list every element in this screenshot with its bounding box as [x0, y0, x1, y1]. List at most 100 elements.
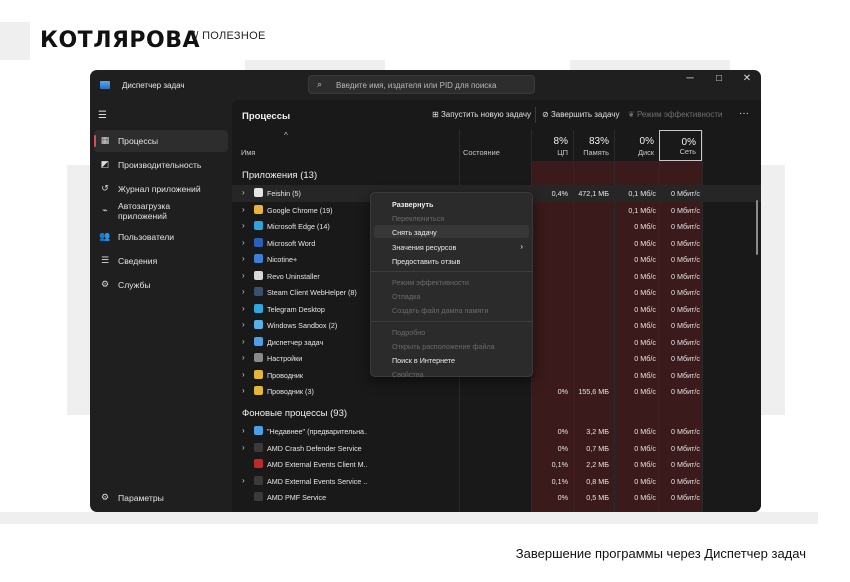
process-row[interactable]: › AMD External Events Service ... 0,1% 0,8 …: [232, 473, 761, 490]
network-value: 0 Мбит/с: [671, 427, 700, 436]
end-task-button[interactable]: ⊘ Завершить задачу: [542, 110, 619, 119]
expand-chevron-icon[interactable]: ›: [242, 254, 245, 263]
context-menu-item[interactable]: Значения ресурсов ›: [374, 240, 529, 253]
expand-chevron-icon[interactable]: ›: [242, 205, 245, 214]
expand-chevron-icon[interactable]: ›: [242, 443, 245, 452]
cpu-value: 0%: [557, 443, 568, 453]
menu-separator: [371, 271, 532, 272]
expand-chevron-icon[interactable]: ›: [242, 476, 245, 485]
context-menu-item[interactable]: Предоставить отзыв: [374, 254, 529, 267]
expand-chevron-icon[interactable]: ›: [242, 304, 245, 313]
process-icon: [254, 442, 263, 452]
sidebar-item-services[interactable]: ⚙ Службы: [94, 274, 228, 296]
network-value: 0 Мбит/с: [671, 354, 700, 363]
process-icon: [254, 386, 263, 395]
apps-group-header[interactable]: Приложения (13): [242, 170, 317, 181]
bg-block: [67, 165, 90, 415]
sidebar-item-label: Сведения: [118, 256, 158, 266]
expand-chevron-icon[interactable]: ›: [242, 337, 245, 346]
cpu-value: 0%: [557, 387, 568, 396]
cpu-total: 8%: [553, 136, 568, 147]
sidebar-item-users[interactable]: 👥 Пользователи: [94, 226, 228, 248]
settings-icon: ⚙: [100, 492, 110, 502]
menu-item-label: Переключиться: [392, 214, 445, 224]
maximize-button[interactable]: □: [709, 73, 729, 87]
memory-value: 0,8 МБ: [586, 476, 609, 486]
scrollbar-thumb[interactable]: [756, 200, 758, 255]
process-icon: [254, 204, 263, 214]
process-icon: [254, 369, 263, 379]
expand-chevron-icon[interactable]: ›: [242, 188, 245, 197]
process-row[interactable]: AMD PMF Service 0% 0,5 МБ 0 Мб/с 0 Мбит/с: [232, 489, 761, 506]
search-input[interactable]: ⌕ Введите имя, издателя или PID для поис…: [308, 75, 535, 94]
minimize-button[interactable]: ─: [680, 73, 700, 87]
end-task-icon: ⊘: [542, 110, 551, 119]
process-name: AMD PMF Service: [267, 493, 327, 502]
caption: Завершение программы через Диспетчер зад…: [515, 546, 806, 561]
toolbar: Процессы ⊞ Запустить новую задачу ⊘ Заве…: [232, 100, 761, 130]
sidebar-item-settings[interactable]: ⚙ Параметры: [94, 487, 228, 509]
column-header-disk[interactable]: 0% Диск: [614, 130, 659, 161]
sidebar-item-history[interactable]: ↺ Журнал приложений: [94, 178, 228, 200]
context-menu-item: Подробно: [374, 325, 529, 338]
memory-value: 472,1 МБ: [578, 189, 609, 198]
column-header-cpu[interactable]: 8% ЦП: [531, 130, 573, 161]
column-header-memory[interactable]: 83% Память: [573, 130, 614, 161]
expand-chevron-icon[interactable]: ›: [242, 320, 245, 329]
bg-block: [0, 512, 818, 524]
context-menu-item[interactable]: Снять задачу: [374, 225, 529, 239]
column-header-status[interactable]: Состояние: [459, 130, 531, 161]
sidebar-item-label: Производительность: [118, 160, 202, 170]
site-section-label[interactable]: // ПОЛЕЗНОЕ: [192, 30, 266, 42]
sidebar-item-details[interactable]: ☰ Сведения: [94, 250, 228, 272]
expand-chevron-icon[interactable]: ›: [242, 386, 245, 395]
services-icon: ⚙: [100, 279, 110, 289]
network-value: 0 Мбит/с: [671, 460, 700, 469]
process-icon: [254, 320, 263, 329]
process-row[interactable]: › "Недавнее" (предварительна... 0% 3,2 МБ 0 …: [232, 423, 761, 440]
page-title: Процессы: [242, 111, 291, 122]
menu-item-label: Режим эффективности: [392, 278, 469, 287]
toolbar-divider: [535, 107, 536, 123]
process-icon: [254, 459, 263, 468]
context-menu-item[interactable]: Поиск в Интернете: [374, 353, 529, 366]
expand-chevron-icon[interactable]: ›: [242, 221, 245, 230]
disk-value: 0 Мб/с: [634, 427, 656, 436]
expand-chevron-icon[interactable]: ›: [242, 287, 245, 296]
sidebar-item-performance[interactable]: ◩ Производительность: [94, 154, 228, 176]
process-name: Windows Sandbox (2): [267, 321, 338, 330]
expand-chevron-icon[interactable]: ›: [242, 370, 245, 379]
process-name: AMD External Events Service ...: [267, 476, 367, 486]
sidebar-item-processes[interactable]: ▦ Процессы: [94, 130, 228, 152]
expand-chevron-icon[interactable]: ›: [242, 271, 245, 280]
history-icon: ↺: [101, 183, 109, 193]
run-new-task-button[interactable]: ⊞ Запустить новую задачу: [432, 110, 531, 119]
expand-chevron-icon[interactable]: ›: [242, 238, 245, 247]
process-row[interactable]: › AMD Crash Defender Service 0% 0,7 МБ 0 Мб/…: [232, 440, 761, 457]
expand-chevron-icon[interactable]: ›: [242, 426, 245, 435]
network-value: 0 Мбит/с: [671, 255, 700, 264]
column-header-name[interactable]: ^ Имя: [232, 130, 459, 161]
site-logo[interactable]: КОТЛЯРОВА: [40, 28, 200, 53]
sidebar-item-startup[interactable]: ⌁ Автозагрузка приложений: [94, 200, 228, 226]
process-row[interactable]: › Проводник (3) 0% 155,6 МБ 0 Мб/с 0 Мбит/с: [232, 383, 761, 400]
expand-chevron-icon[interactable]: ›: [242, 353, 245, 362]
process-row[interactable]: AMD External Events Client M... 0,1% 2,2 М…: [232, 456, 761, 473]
context-menu-item: Свойства: [374, 367, 529, 380]
background-group-header[interactable]: Фоновые процессы (93): [242, 408, 347, 419]
window-title: Диспетчер задач: [122, 81, 185, 90]
close-button[interactable]: ✕: [737, 73, 757, 87]
menu-item-label: Поиск в Интернете: [392, 356, 456, 365]
network-value: 0 Мбит/с: [671, 337, 700, 347]
hamburger-menu-icon[interactable]: ☰: [98, 110, 107, 121]
context-menu-item: Отладка: [374, 289, 529, 302]
context-menu-item[interactable]: Развернуть: [374, 197, 529, 210]
more-options-button[interactable]: ···: [739, 108, 749, 119]
efficiency-mode-button[interactable]: ❦ Режим эффективности: [628, 110, 723, 119]
memory-value: 3,2 МБ: [586, 427, 609, 436]
menu-item-label: Создать файл дампа памяти: [392, 306, 489, 316]
column-header-network[interactable]: 0% Сеть: [659, 130, 702, 161]
process-name: Проводник (3): [267, 387, 314, 396]
network-value: 0 Мбит/с: [671, 387, 700, 396]
bg-block: [761, 165, 785, 415]
